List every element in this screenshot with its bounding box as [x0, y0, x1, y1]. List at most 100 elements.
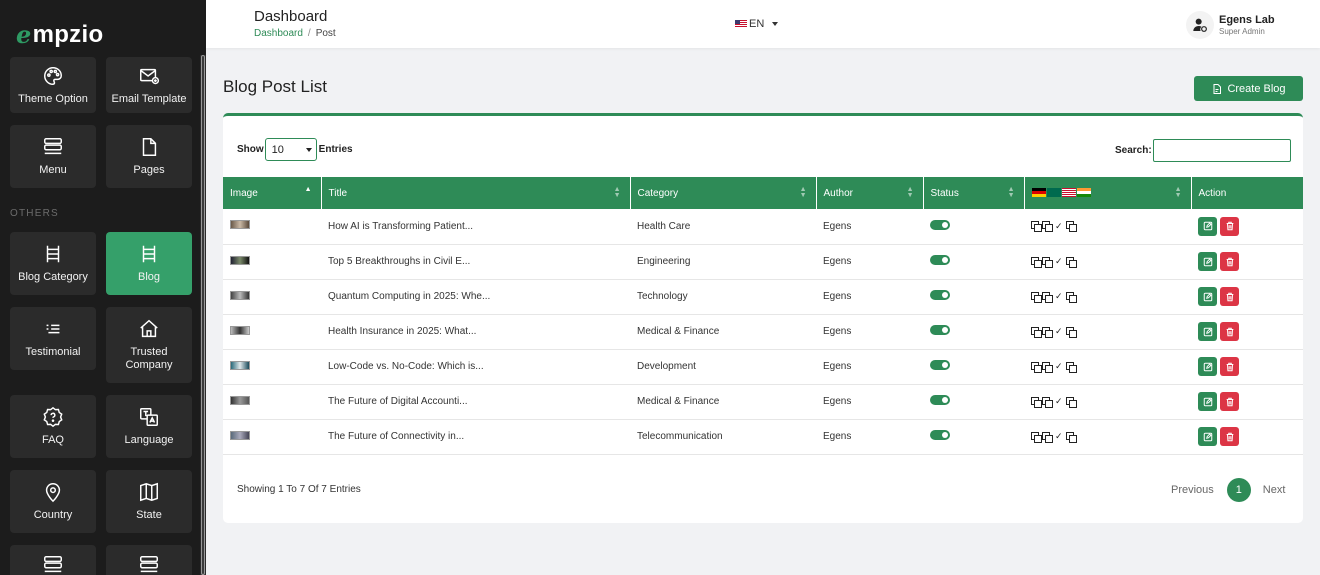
- translate-icon[interactable]: [1065, 361, 1077, 373]
- column-header-title[interactable]: Title ▲ ▼: [321, 177, 631, 209]
- sidebar: e mpzio Theme Option Email Template Menu …: [0, 0, 206, 575]
- sidebar-item-pages[interactable]: Pages: [106, 125, 192, 188]
- column-header-author[interactable]: Author ▲ ▼: [816, 177, 924, 209]
- cell-image: [223, 384, 321, 419]
- delete-button[interactable]: [1220, 322, 1239, 341]
- page-number-button[interactable]: 1: [1226, 478, 1251, 502]
- edit-button[interactable]: [1198, 287, 1217, 306]
- status-toggle[interactable]: [930, 219, 950, 230]
- status-toggle[interactable]: [930, 395, 950, 405]
- translate-icon[interactable]: [1031, 396, 1042, 408]
- scrollbar-thumb[interactable]: [201, 55, 205, 575]
- sidebar-item-testimonial[interactable]: Testimonial: [10, 307, 96, 370]
- logo-text: mpzio: [32, 20, 104, 48]
- breadcrumb-separator: /: [307, 28, 311, 39]
- status-toggle[interactable]: [930, 430, 950, 440]
- delete-button[interactable]: [1220, 252, 1239, 271]
- translate-icon[interactable]: [1065, 291, 1077, 303]
- edit-button[interactable]: [1198, 216, 1217, 236]
- delete-button[interactable]: [1220, 392, 1239, 411]
- column-header-category[interactable]: Category ▲ ▼: [630, 177, 817, 209]
- sidebar-item-partial[interactable]: [10, 545, 96, 575]
- column-header-status[interactable]: Status ▲ ▼: [923, 177, 1025, 209]
- cell-category: Development: [637, 361, 696, 372]
- next-page-button[interactable]: Next: [1263, 484, 1286, 496]
- translate-icon[interactable]: [1031, 221, 1042, 233]
- post-thumbnail[interactable]: [230, 220, 250, 230]
- edit-button[interactable]: [1198, 322, 1217, 341]
- column-header-image[interactable]: Image ▲: [223, 177, 322, 209]
- translate-icon[interactable]: [1065, 396, 1077, 408]
- breadcrumb-home-link[interactable]: Dashboard: [254, 28, 303, 39]
- search-input[interactable]: [1152, 139, 1291, 162]
- sidebar-item-language[interactable]: Language: [106, 395, 192, 458]
- column-header-translations[interactable]: ▲ ▼: [1024, 177, 1192, 209]
- post-thumbnail[interactable]: [230, 360, 250, 370]
- edit-button[interactable]: [1198, 392, 1217, 411]
- status-toggle[interactable]: [930, 325, 950, 335]
- sidebar-item-country[interactable]: Country: [10, 470, 96, 533]
- user-profile[interactable]: Egens Lab Super Admin: [1186, 11, 1275, 39]
- sidebar-item-email-template[interactable]: Email Template: [106, 57, 192, 113]
- status-toggle[interactable]: [930, 290, 950, 300]
- translate-icon[interactable]: [1042, 256, 1053, 268]
- translate-icon[interactable]: [1065, 326, 1077, 338]
- translate-icon[interactable]: [1031, 291, 1042, 303]
- cell-author: Egens: [823, 396, 852, 407]
- translate-icon[interactable]: [1065, 256, 1077, 268]
- translate-icon[interactable]: [1042, 326, 1053, 338]
- delete-button[interactable]: [1220, 357, 1239, 376]
- check-icon: ✓: [1055, 291, 1063, 301]
- edit-button[interactable]: [1198, 252, 1217, 271]
- edit-button[interactable]: [1198, 427, 1217, 446]
- previous-page-button[interactable]: Previous: [1171, 484, 1214, 496]
- table-row: Top 5 Breakthroughs in Civil E... Enginee…: [223, 244, 1303, 279]
- translate-icon[interactable]: [1065, 431, 1077, 443]
- sidebar-item-blog-category[interactable]: Blog Category: [10, 232, 96, 295]
- status-toggle[interactable]: [930, 255, 950, 265]
- sidebar-item-label: Trusted Company: [125, 346, 173, 371]
- edit-icon: [1203, 362, 1212, 371]
- translate-icon[interactable]: [1031, 361, 1042, 373]
- sidebar-item-partial[interactable]: [106, 545, 192, 575]
- translate-icon[interactable]: [1042, 291, 1053, 303]
- sidebar-item-blog[interactable]: Blog: [106, 232, 192, 295]
- status-toggle[interactable]: [930, 360, 950, 370]
- check-icon: ✓: [1055, 220, 1063, 231]
- cell-author: Egens: [823, 361, 852, 372]
- delete-button[interactable]: [1220, 287, 1239, 306]
- top-header: Dashboard Dashboard / Post EN Egens Lab Su…: [206, 0, 1320, 48]
- sidebar-item-faq[interactable]: FAQ: [10, 395, 96, 458]
- post-thumbnail[interactable]: [230, 325, 250, 335]
- page-size-select[interactable]: 10: [264, 138, 317, 161]
- sidebar-item-state[interactable]: State: [106, 470, 192, 533]
- sidebar-scrollbar[interactable]: [200, 55, 206, 575]
- translate-icon[interactable]: [1042, 361, 1053, 373]
- translate-icon[interactable]: [1065, 221, 1077, 233]
- translate-icon[interactable]: [1042, 431, 1053, 443]
- sidebar-item-menu[interactable]: Menu: [10, 125, 96, 188]
- sidebar-item-theme-option[interactable]: Theme Option: [10, 57, 96, 113]
- translate-icon[interactable]: [1042, 396, 1053, 408]
- translate-icon[interactable]: [1031, 431, 1042, 443]
- cell-image: [223, 349, 321, 384]
- post-thumbnail[interactable]: [230, 430, 250, 440]
- create-blog-button[interactable]: Create Blog: [1194, 76, 1303, 101]
- delete-button[interactable]: [1220, 216, 1239, 236]
- post-thumbnail[interactable]: [230, 290, 250, 300]
- check-icon: ✓: [1055, 326, 1063, 336]
- translate-icon[interactable]: [1042, 221, 1053, 233]
- translate-icon[interactable]: [1031, 256, 1042, 268]
- post-thumbnail[interactable]: [230, 255, 250, 265]
- post-thumbnail[interactable]: [230, 395, 250, 405]
- logo[interactable]: e mpzio: [0, 0, 206, 55]
- create-blog-label: Create Blog: [1227, 82, 1286, 95]
- page-icon: [142, 138, 157, 156]
- edit-button[interactable]: [1198, 357, 1217, 376]
- translate-icon[interactable]: [1031, 326, 1042, 338]
- cell-action: [1191, 279, 1303, 314]
- sidebar-item-trusted-company[interactable]: Trusted Company: [106, 307, 192, 383]
- delete-button[interactable]: [1220, 427, 1239, 446]
- language-selector[interactable]: EN: [735, 18, 779, 30]
- de-flag-icon: [1031, 188, 1046, 198]
